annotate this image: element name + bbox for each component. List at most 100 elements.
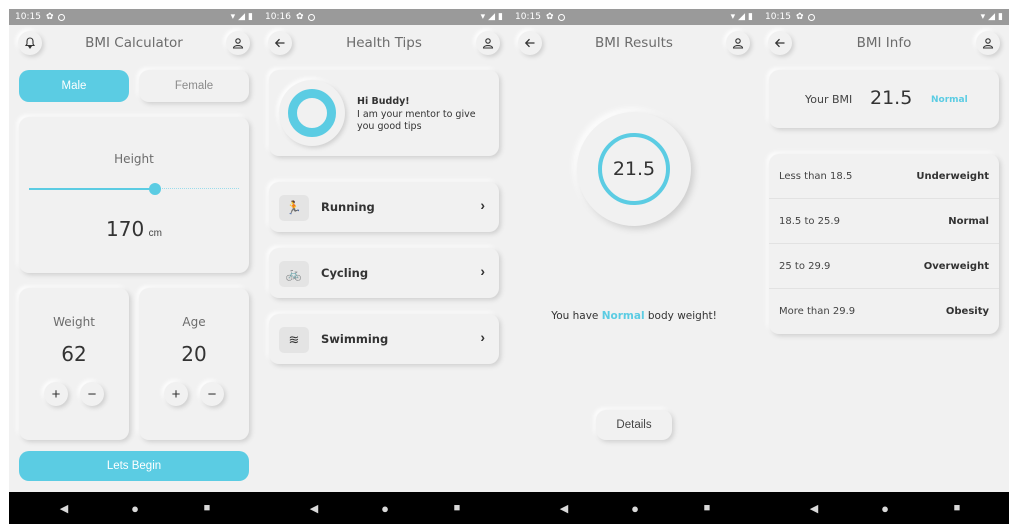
wifi-icon: ▾: [230, 12, 236, 22]
table-row: Less than 18.5 Underweight: [769, 154, 999, 199]
mentor-card: Hi Buddy! I am your mentor to give you g…: [269, 70, 499, 156]
mentor-avatar-icon: [279, 80, 345, 146]
notification-bell-icon[interactable]: [18, 31, 42, 55]
sync-icon: [308, 13, 316, 21]
height-slider[interactable]: [29, 183, 239, 195]
signal-icon: ◢: [238, 12, 246, 22]
recents-icon[interactable]: ■: [447, 492, 467, 524]
lets-begin-button[interactable]: Lets Begin: [19, 451, 249, 481]
tip-label: Running: [321, 200, 375, 214]
height-value: 170: [106, 217, 145, 241]
range-value: 25 to 29.9: [779, 260, 831, 272]
sync-icon: [58, 13, 66, 21]
system-nav-bar: ◀ ● ■ ◀ ● ■ ◀ ● ■ ◀ ● ■: [9, 492, 1009, 524]
table-row: 18.5 to 25.9 Normal: [769, 199, 999, 244]
mentor-text: I am your mentor to give you good tips: [357, 109, 476, 132]
your-bmi-card: Your BMI 21.5 Normal: [769, 70, 999, 128]
back-arrow-icon[interactable]: [268, 31, 292, 55]
profile-icon[interactable]: [226, 31, 250, 55]
sync-icon: [558, 13, 566, 21]
gender-female-button[interactable]: Female: [139, 70, 249, 102]
bmi-ranges-table: Less than 18.5 Underweight 18.5 to 25.9 …: [769, 154, 999, 334]
weight-plus-button[interactable]: +: [44, 382, 68, 406]
status-bar: 10:15 ✿ ▾ ◢ ▮: [9, 9, 259, 25]
age-label: Age: [182, 315, 206, 329]
result-message: You have Normal body weight!: [509, 310, 759, 322]
back-arrow-icon[interactable]: [518, 31, 542, 55]
back-icon[interactable]: ◀: [554, 492, 574, 524]
back-icon[interactable]: ◀: [304, 492, 324, 524]
settings-icon: ✿: [545, 12, 554, 22]
profile-icon[interactable]: [975, 31, 1000, 55]
back-icon[interactable]: ◀: [804, 492, 824, 524]
height-unit: cm: [148, 228, 162, 239]
signal-icon: ◢: [738, 12, 746, 22]
signal-icon: ◢: [488, 12, 496, 22]
weight-minus-button[interactable]: −: [80, 382, 104, 406]
status-time: 10:15: [15, 12, 41, 22]
range-value: Less than 18.5: [779, 170, 853, 182]
tip-label: Cycling: [321, 266, 369, 280]
chevron-right-icon: ›: [480, 197, 485, 213]
home-icon[interactable]: ●: [625, 492, 645, 524]
app-bar: BMI Calculator: [9, 25, 259, 61]
range-category: Normal: [948, 215, 989, 227]
status-bar: 10:15 ✿ ▾ ◢ ▮: [509, 9, 759, 25]
height-card: Height 170 cm: [19, 117, 249, 273]
gender-male-button[interactable]: Male: [19, 70, 129, 102]
bmi-result-dial: 21.5: [577, 112, 691, 226]
weight-label: Weight: [53, 315, 95, 329]
sync-icon: [808, 13, 816, 21]
wifi-icon: ▾: [980, 12, 986, 22]
swimming-icon: ≋: [279, 327, 309, 353]
profile-icon[interactable]: [726, 31, 750, 55]
age-minus-button[interactable]: −: [200, 382, 224, 406]
mentor-greeting: Hi Buddy!: [357, 96, 410, 107]
home-icon[interactable]: ●: [125, 492, 145, 524]
screen-bmi-calculator: 10:15 ✿ ▾ ◢ ▮ BMI Calculator Male Female He…: [9, 9, 259, 492]
details-button[interactable]: Details: [596, 410, 672, 440]
recents-icon[interactable]: ■: [197, 492, 217, 524]
page-title: Health Tips: [346, 35, 422, 51]
height-slider-thumb[interactable]: [149, 183, 161, 195]
range-value: More than 29.9: [779, 306, 856, 317]
range-value: 18.5 to 25.9: [779, 215, 840, 227]
range-category: Obesity: [945, 306, 989, 317]
status-time: 10:15: [765, 12, 791, 22]
chevron-right-icon: ›: [480, 329, 485, 345]
home-icon[interactable]: ●: [375, 492, 395, 524]
table-row: 25 to 29.9 Overweight: [769, 244, 999, 289]
page-title: BMI Calculator: [85, 35, 183, 51]
range-category: Overweight: [923, 260, 989, 272]
battery-icon: ▮: [748, 12, 753, 22]
result-message-suffix: body weight!: [647, 310, 717, 322]
screen-bmi-info: 10:15 ✿ ▾ ◢ ▮ BMI Info Your BMI 21.5 Normal…: [759, 9, 1009, 492]
your-bmi-status: Normal: [931, 95, 968, 105]
back-arrow-icon[interactable]: [768, 31, 792, 55]
wifi-icon: ▾: [480, 12, 486, 22]
status-time: 10:15: [515, 12, 541, 22]
app-bar: BMI Info: [759, 25, 1009, 61]
page-title: BMI Info: [856, 35, 912, 51]
recents-icon[interactable]: ■: [697, 492, 717, 524]
tip-cycling[interactable]: 🚲 Cycling ›: [269, 248, 499, 298]
status-bar: 10:16 ✿ ▾ ◢ ▮: [259, 9, 509, 25]
weight-card: Weight 62 + −: [19, 288, 129, 440]
settings-icon: ✿: [795, 12, 804, 22]
chevron-right-icon: ›: [480, 263, 485, 279]
tip-running[interactable]: 🏃 Running ›: [269, 182, 499, 232]
status-time: 10:16: [265, 12, 291, 22]
age-plus-button[interactable]: +: [164, 382, 188, 406]
wifi-icon: ▾: [730, 12, 736, 22]
app-bar: BMI Results: [509, 25, 759, 61]
signal-icon: ◢: [988, 12, 996, 22]
recents-icon[interactable]: ■: [947, 492, 967, 524]
battery-icon: ▮: [998, 12, 1003, 22]
tip-swimming[interactable]: ≋ Swimming ›: [269, 314, 499, 364]
home-icon[interactable]: ●: [875, 492, 895, 524]
result-status: Normal: [601, 310, 645, 322]
profile-icon[interactable]: [476, 31, 500, 55]
back-icon[interactable]: ◀: [54, 492, 74, 524]
your-bmi-value: 21.5: [870, 87, 913, 109]
result-message-prefix: You have: [551, 310, 599, 322]
